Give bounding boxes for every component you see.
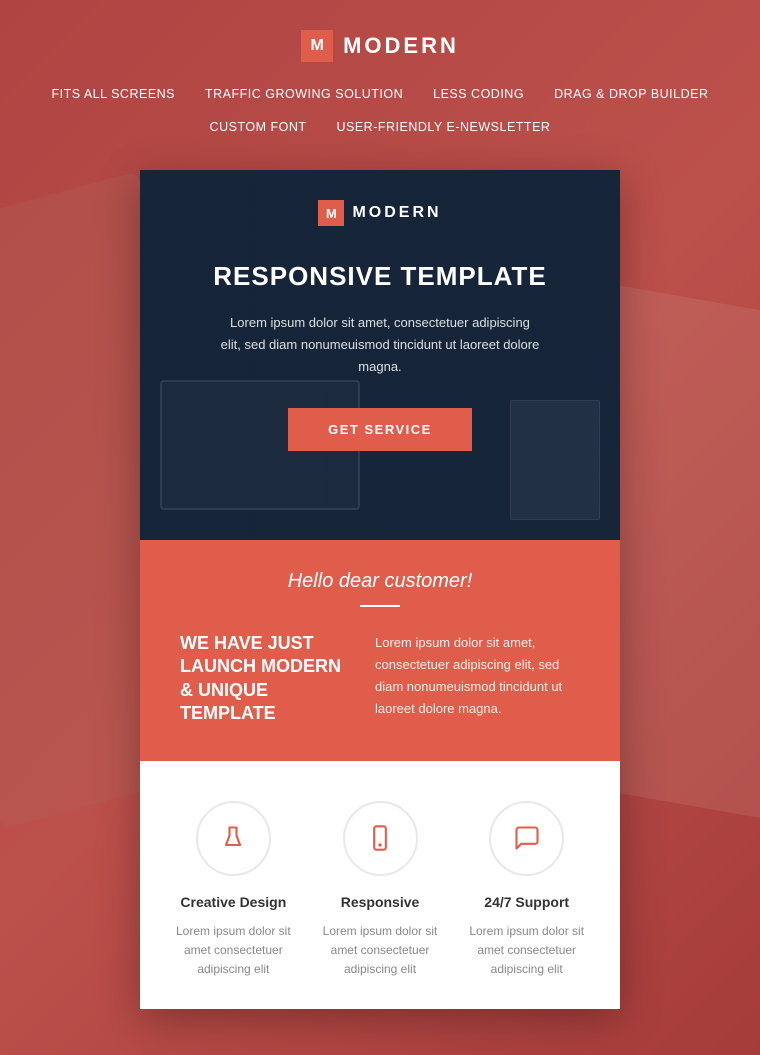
get-service-button[interactable]: GET SERVICE bbox=[288, 408, 472, 451]
hero-title: RESPONSIVE TEMPLATE bbox=[213, 261, 546, 292]
nav-item-1[interactable]: TRAFFIC GROWING SOLUTION bbox=[205, 82, 403, 107]
header-nav: FITS ALL SCREENS TRAFFIC GROWING SOLUTIO… bbox=[20, 82, 740, 140]
coral-content: WE HAVE JUST LAUNCH MODERN & UNIQUE TEMP… bbox=[180, 632, 580, 726]
hero-content: M MODERN RESPONSIVE TEMPLATE Lorem ipsum… bbox=[213, 200, 546, 451]
page-header: M MODERN FITS ALL SCREENS TRAFFIC GROWIN… bbox=[0, 0, 760, 160]
responsive-desc: Lorem ipsum dolor sit amet consectetuer … bbox=[317, 922, 444, 980]
feature-creative-design: Creative Design Lorem ipsum dolor sit am… bbox=[170, 801, 297, 980]
support-desc: Lorem ipsum dolor sit amet consectetuer … bbox=[463, 922, 590, 980]
hero-description: Lorem ipsum dolor sit amet, consectetuer… bbox=[220, 312, 540, 378]
hero-logo-text: MODERN bbox=[352, 204, 441, 222]
hero-section: M MODERN RESPONSIVE TEMPLATE Lorem ipsum… bbox=[140, 170, 620, 540]
responsive-title: Responsive bbox=[341, 894, 420, 910]
creative-design-title: Creative Design bbox=[180, 894, 286, 910]
nav-item-0[interactable]: FITS ALL SCREENS bbox=[51, 82, 175, 107]
feature-responsive: Responsive Lorem ipsum dolor sit amet co… bbox=[317, 801, 444, 980]
email-card: M MODERN RESPONSIVE TEMPLATE Lorem ipsum… bbox=[140, 170, 620, 1009]
mobile-icon bbox=[366, 824, 394, 852]
coral-text: Lorem ipsum dolor sit amet, consectetuer… bbox=[375, 632, 580, 726]
page-wrapper: M MODERN FITS ALL SCREENS TRAFFIC GROWIN… bbox=[0, 0, 760, 1009]
support-icon-circle bbox=[489, 801, 564, 876]
nav-item-4[interactable]: CUSTOM FONT bbox=[210, 115, 307, 140]
header-logo: M MODERN bbox=[301, 30, 459, 62]
nav-item-2[interactable]: LESS CODING bbox=[433, 82, 524, 107]
nav-item-5[interactable]: USER-FRIENDLY E-NEWSLETTER bbox=[336, 115, 550, 140]
features-section: Creative Design Lorem ipsum dolor sit am… bbox=[140, 761, 620, 1010]
feature-support: 24/7 Support Lorem ipsum dolor sit amet … bbox=[463, 801, 590, 980]
creative-design-desc: Lorem ipsum dolor sit amet consectetuer … bbox=[170, 922, 297, 980]
coral-section: Hello dear customer! WE HAVE JUST LAUNCH… bbox=[140, 540, 620, 761]
hero-logo-icon: M bbox=[318, 200, 344, 226]
coral-heading: WE HAVE JUST LAUNCH MODERN & UNIQUE TEMP… bbox=[180, 632, 350, 726]
header-logo-text: MODERN bbox=[343, 33, 459, 59]
nav-item-3[interactable]: DRAG & DROP BUILDER bbox=[554, 82, 708, 107]
coral-greeting: Hello dear customer! bbox=[180, 570, 580, 593]
creative-design-icon-circle bbox=[196, 801, 271, 876]
support-title: 24/7 Support bbox=[484, 894, 569, 910]
coral-divider bbox=[360, 605, 400, 607]
flask-icon bbox=[219, 824, 247, 852]
chat-icon bbox=[513, 824, 541, 852]
header-logo-icon: M bbox=[301, 30, 333, 62]
responsive-icon-circle bbox=[343, 801, 418, 876]
hero-logo: M MODERN bbox=[318, 200, 441, 226]
